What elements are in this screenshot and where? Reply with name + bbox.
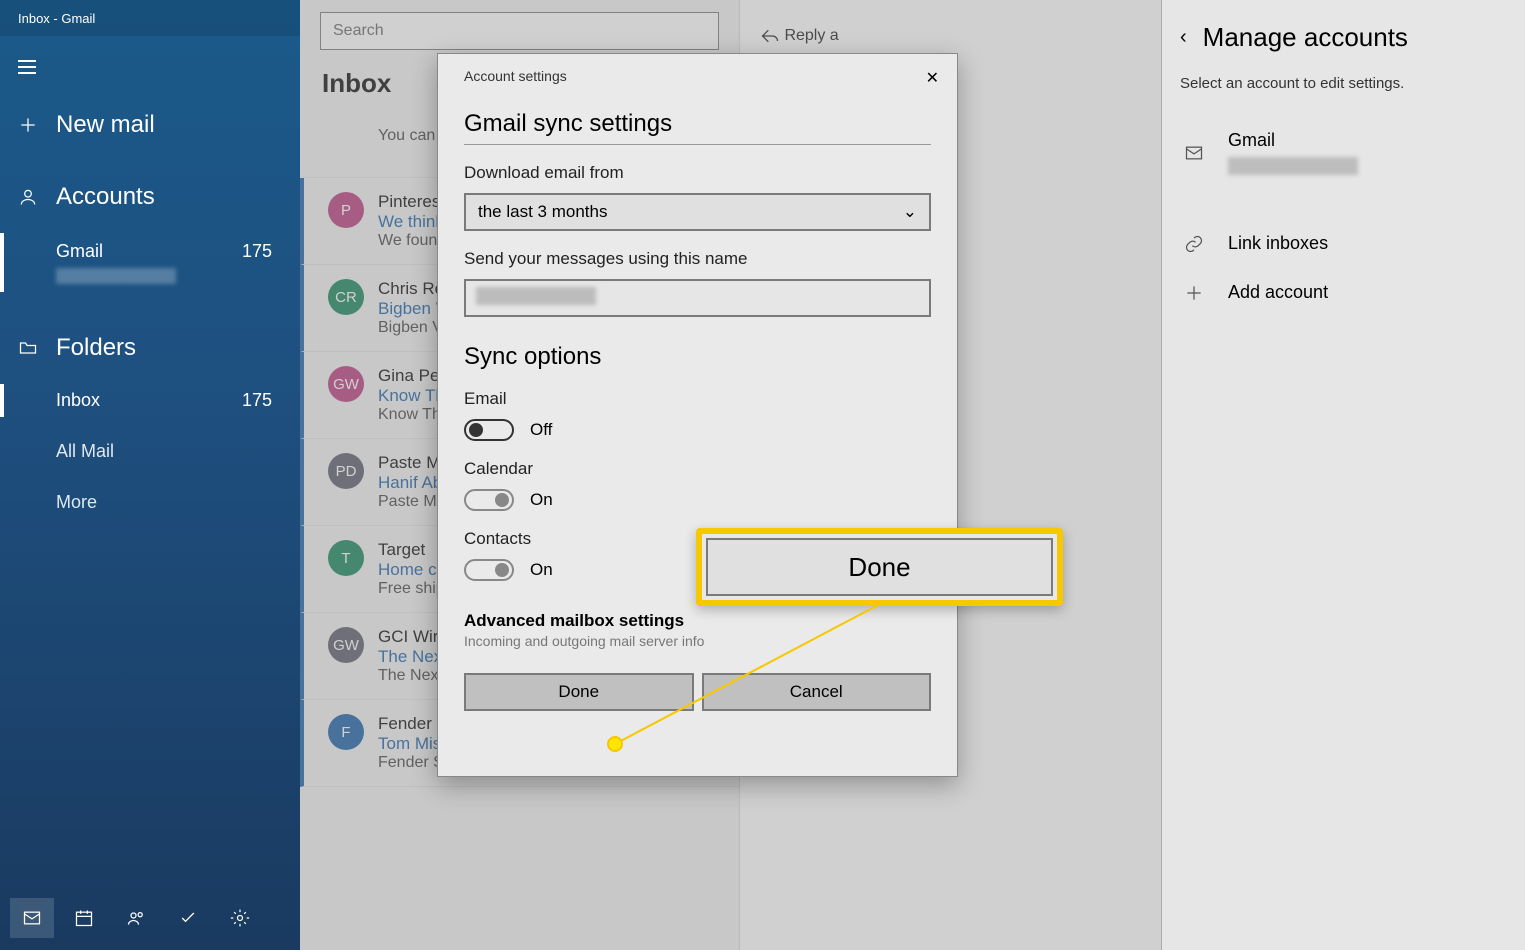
accounts-heading[interactable]: Accounts [0,161,300,233]
account-gmail[interactable]: Gmail 175 [0,233,300,292]
done-button[interactable]: Done [464,673,694,711]
account-name: Gmail [56,241,103,261]
window-title: Inbox - Gmail [0,0,300,36]
plus-icon [18,115,38,135]
account-email-redacted [56,268,176,284]
nav-sidebar: Inbox - Gmail New mail Accounts Gmail 17… [0,0,300,950]
inbox-count: 175 [242,390,272,411]
link-inboxes-label: Link inboxes [1228,233,1328,254]
flyout-desc: Select an account to edit settings. [1180,75,1507,92]
email-toggle-label: Email [464,389,931,409]
callout-highlight: Done [696,528,1063,606]
account-email-redacted [1228,157,1358,175]
account-label: Gmail [1228,130,1358,151]
account-settings-dialog: Account settings ✕ Gmail sync settings D… [437,53,958,777]
new-mail-label: New mail [56,111,155,139]
new-mail-button[interactable]: New mail [0,89,300,161]
sender-name-input[interactable] [464,279,931,317]
manage-accounts-panel: ‹ Manage accounts Select an account to e… [1161,0,1525,950]
all-mail-label: All Mail [56,441,114,462]
add-account-button[interactable]: Add account [1180,268,1507,317]
advanced-title: Advanced mailbox settings [464,611,931,631]
account-count: 175 [242,241,272,262]
contacts-state: On [530,560,553,580]
folder-more[interactable]: More [0,486,300,519]
add-account-label: Add account [1228,282,1328,303]
bottom-toolbar [0,886,300,950]
folders-label: Folders [56,334,136,362]
callout-done-button: Done [706,538,1053,596]
mail-icon [1180,143,1208,163]
download-range-select[interactable]: the last 3 months ⌄ [464,193,931,231]
hamburger-menu[interactable] [0,50,300,89]
calendar-toggle[interactable] [464,489,514,511]
people-icon[interactable] [114,898,158,938]
sync-options-heading: Sync options [464,343,931,371]
folder-inbox[interactable]: Inbox 175 [0,384,300,417]
todo-icon[interactable] [166,898,210,938]
download-range-value: the last 3 months [478,202,607,222]
sender-name-label: Send your messages using this name [464,249,931,269]
back-icon[interactable]: ‹ [1180,26,1187,49]
dialog-title: Gmail sync settings [464,110,931,145]
sender-name-redacted [476,287,596,305]
advanced-desc: Incoming and outgoing mail server info [464,633,931,649]
more-label: More [56,492,97,513]
dialog-header: Account settings [464,68,931,84]
link-inboxes-button[interactable]: Link inboxes [1180,219,1507,268]
close-icon[interactable]: ✕ [926,68,939,88]
chevron-down-icon: ⌄ [903,202,917,222]
folder-all-mail[interactable]: All Mail [0,435,300,468]
accounts-label: Accounts [56,183,155,211]
flyout-title: Manage accounts [1203,22,1408,53]
email-state: Off [530,420,552,440]
calendar-icon[interactable] [62,898,106,938]
contacts-toggle[interactable] [464,559,514,581]
settings-icon[interactable] [218,898,262,938]
folder-icon [18,338,38,358]
download-label: Download email from [464,163,931,183]
mail-icon[interactable] [10,898,54,938]
calendar-state: On [530,490,553,510]
person-icon [18,187,38,207]
plus-icon [1180,283,1208,303]
folders-heading[interactable]: Folders [0,312,300,384]
link-icon [1180,234,1208,254]
account-row-gmail[interactable]: Gmail [1180,116,1507,189]
email-toggle[interactable] [464,419,514,441]
cancel-button[interactable]: Cancel [702,673,932,711]
inbox-label: Inbox [56,390,100,411]
advanced-mailbox-link[interactable]: Advanced mailbox settings Incoming and o… [464,611,931,649]
calendar-toggle-label: Calendar [464,459,931,479]
